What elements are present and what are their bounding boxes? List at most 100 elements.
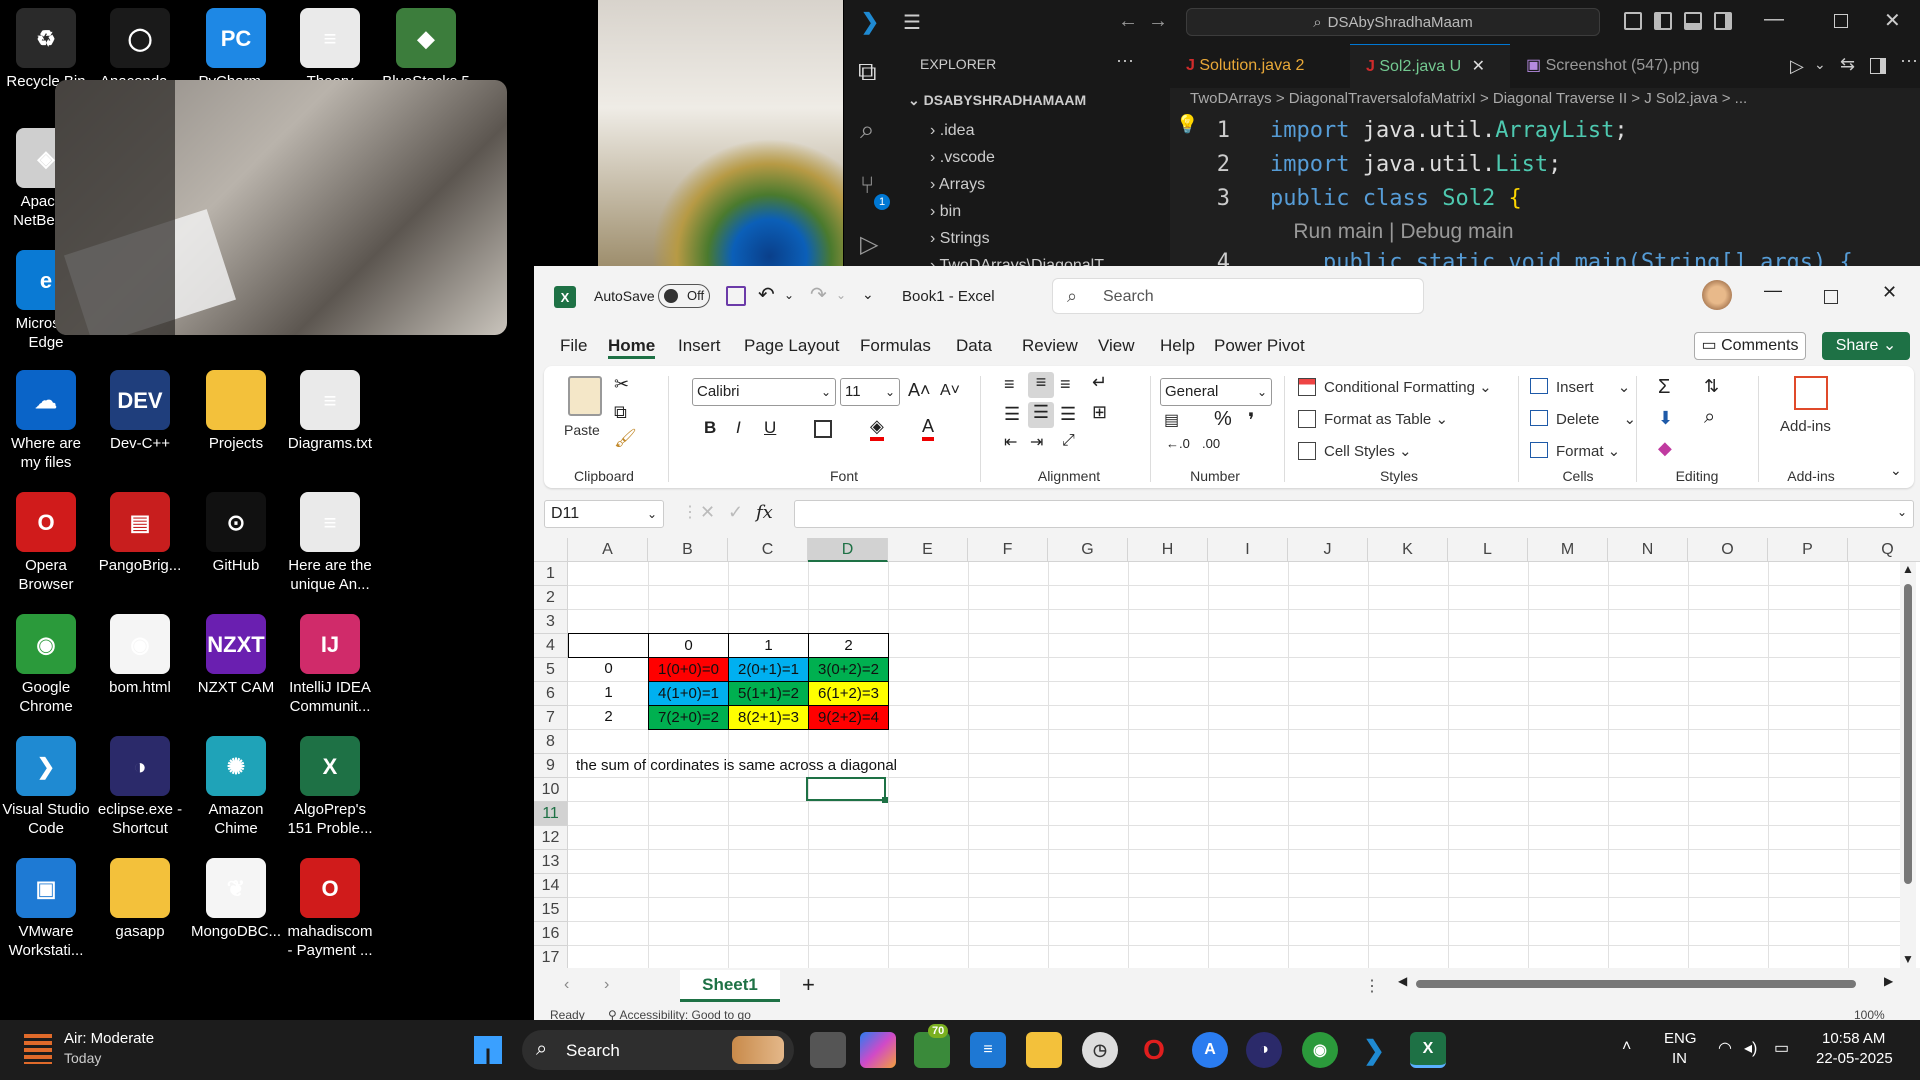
desktop-icon[interactable]: DEV Dev-C++ [94,370,186,453]
tree-item[interactable]: › Arrays [930,172,985,198]
column-header[interactable]: I [1208,538,1288,562]
media-player-window[interactable] [55,80,507,335]
row-header[interactable]: 7 [534,706,568,730]
explorer-icon[interactable]: ⧉ [858,56,877,88]
undo-dropdown-icon[interactable]: ⌄ [784,288,794,302]
desktop-icon[interactable]: ❦ MongoDBC... [190,858,282,941]
menu-tab[interactable]: Power Pivot [1214,336,1305,356]
minimize-icon[interactable]: — [1764,8,1784,31]
column-header[interactable]: P [1768,538,1848,562]
desktop-icon[interactable]: ⊙ GitHub [190,492,282,575]
sheet-tab-sheet1[interactable]: Sheet1 [680,970,780,1002]
maximize-icon[interactable] [1824,290,1838,304]
row-header[interactable]: 12 [534,826,568,850]
cell[interactable]: 6(1+2)=3 [808,681,889,706]
wrap-text-icon[interactable]: ↵ [1092,372,1107,393]
tab-solution-java[interactable]: J Solution.java 2 [1170,44,1350,88]
cell[interactable]: 0 [648,633,729,658]
source-control-icon[interactable]: ⑂ [860,172,874,200]
cell[interactable]: 2(0+1)=1 [728,657,809,682]
cell[interactable]: 4(1+0)=1 [648,681,729,706]
eclipse-icon[interactable]: ◑ [1246,1032,1282,1068]
column-header[interactable]: Q [1848,538,1920,562]
confirm-entry-icon[interactable]: ✓ [728,502,743,523]
desktop-icon[interactable]: Omahadiscom - Payment ... [284,858,376,960]
search-box[interactable]: ⌕ Search [1052,278,1424,314]
cell[interactable]: 5(1+1)=2 [728,681,809,706]
task-view-icon[interactable] [810,1032,846,1068]
percent-icon[interactable]: % [1214,408,1232,431]
column-header[interactable]: A [568,538,648,562]
avatar[interactable] [1702,280,1732,310]
row-header[interactable]: 13 [534,850,568,874]
breadcrumb[interactable]: TwoDArrays > DiagonalTraversalofaMatrixI… [1190,90,1747,107]
font-size-select[interactable]: 11 ⌄ [840,378,900,406]
language-indicator[interactable]: ENG [1664,1030,1697,1047]
weather-icon[interactable] [24,1034,52,1064]
column-header[interactable]: G [1048,538,1128,562]
sidebar-toggle-icon[interactable] [1654,12,1672,30]
borders-icon[interactable] [814,420,832,438]
more-actions-icon[interactable]: ··· [1116,50,1134,71]
row-header[interactable]: 16 [534,922,568,946]
cell[interactable]: 8(2+1)=3 [728,705,809,730]
copy-icon[interactable]: ⧉ [614,402,627,423]
cut-icon[interactable]: ✂ [614,374,629,395]
secondary-sidebar-icon[interactable] [1714,12,1732,30]
increase-indent-icon[interactable]: ⇥ [1030,432,1043,452]
orientation-icon[interactable]: ⤢ [1062,432,1075,450]
comments-button[interactable]: ▭ Comments [1694,332,1806,360]
tab-sol2-java[interactable]: J Sol2.java U ✕ [1350,44,1510,88]
column-header[interactable]: F [968,538,1048,562]
align-bottom-icon[interactable]: ≡ [1060,374,1071,395]
tab-close-icon[interactable]: ✕ [1472,58,1485,75]
desktop-icon[interactable]: ▤ PangoBrig... [94,492,186,575]
underline-icon[interactable]: U [764,418,776,438]
autosave-toggle[interactable]: Off [658,284,710,308]
row-header[interactable]: 2 [534,586,568,610]
column-header[interactable]: D [808,538,888,562]
whatsapp-icon[interactable]: 70 [914,1024,950,1068]
start-icon[interactable] [474,1036,502,1064]
panel-toggle-icon[interactable] [1684,12,1702,30]
compare-icon[interactable]: ⇆ [1840,54,1855,75]
increase-decimal-icon[interactable]: ←.0 [1166,436,1190,451]
column-header[interactable]: O [1688,538,1768,562]
align-right-icon[interactable]: ☰ [1060,404,1076,425]
column-header[interactable]: M [1528,538,1608,562]
back-arrow-icon[interactable]: ← [1118,10,1138,33]
format-as-table-button[interactable]: Format as Table ⌄ [1324,410,1448,428]
desktop-icon[interactable]: ≡ Diagrams.txt [284,370,376,453]
tree-item[interactable]: › .vscode [930,145,995,171]
worksheet-grid[interactable]: ABCDEFGHIJKLMNOPQ 1 2 3 4 5 6 7 8 9 10 11 12 13 14 15 1… [534,538,1920,970]
comma-style-icon[interactable]: ❜ [1248,408,1254,433]
row-header[interactable]: 4 [534,634,568,658]
menu-tab[interactable]: File [560,336,587,356]
font-color-icon[interactable]: A [922,416,935,441]
cell[interactable]: 1(0+0)=0 [648,657,729,682]
column-header[interactable]: E [888,538,968,562]
row-header[interactable]: 5 [534,658,568,682]
decrease-indent-icon[interactable]: ⇤ [1004,432,1017,452]
column-header[interactable]: L [1448,538,1528,562]
more-actions-icon[interactable]: ··· [1900,50,1918,71]
row-header[interactable]: 6 [534,682,568,706]
forward-arrow-icon[interactable]: → [1148,10,1168,33]
italic-icon[interactable]: I [736,418,741,438]
desktop-icon[interactable]: O Opera Browser [0,492,92,594]
clear-icon[interactable]: ◆ [1658,438,1672,459]
codelens-run-debug[interactable]: Run main | Debug main [1270,220,1513,244]
desktop-icon[interactable]: ❯ Visual Studio Code [0,736,92,838]
customize-qat-icon[interactable]: ⌄ [862,286,874,303]
insert-function-icon[interactable]: fx [756,502,773,523]
note-cell[interactable]: the sum of cordinates is same across a d… [576,754,976,778]
command-search[interactable]: ⌕ DSAbyShradhaMaam [1186,8,1600,36]
layout-icon[interactable] [1624,12,1642,30]
name-box[interactable]: D11 ⌄ [544,500,664,528]
sort-filter-icon[interactable]: ⇅ [1704,376,1719,397]
split-editor-icon[interactable] [1870,58,1886,74]
minimize-icon[interactable]: — [1764,280,1782,301]
align-left-icon[interactable]: ☰ [1004,404,1020,425]
formula-input[interactable]: ⌄ [794,500,1914,528]
align-top-icon[interactable]: ≡ [1004,374,1015,395]
